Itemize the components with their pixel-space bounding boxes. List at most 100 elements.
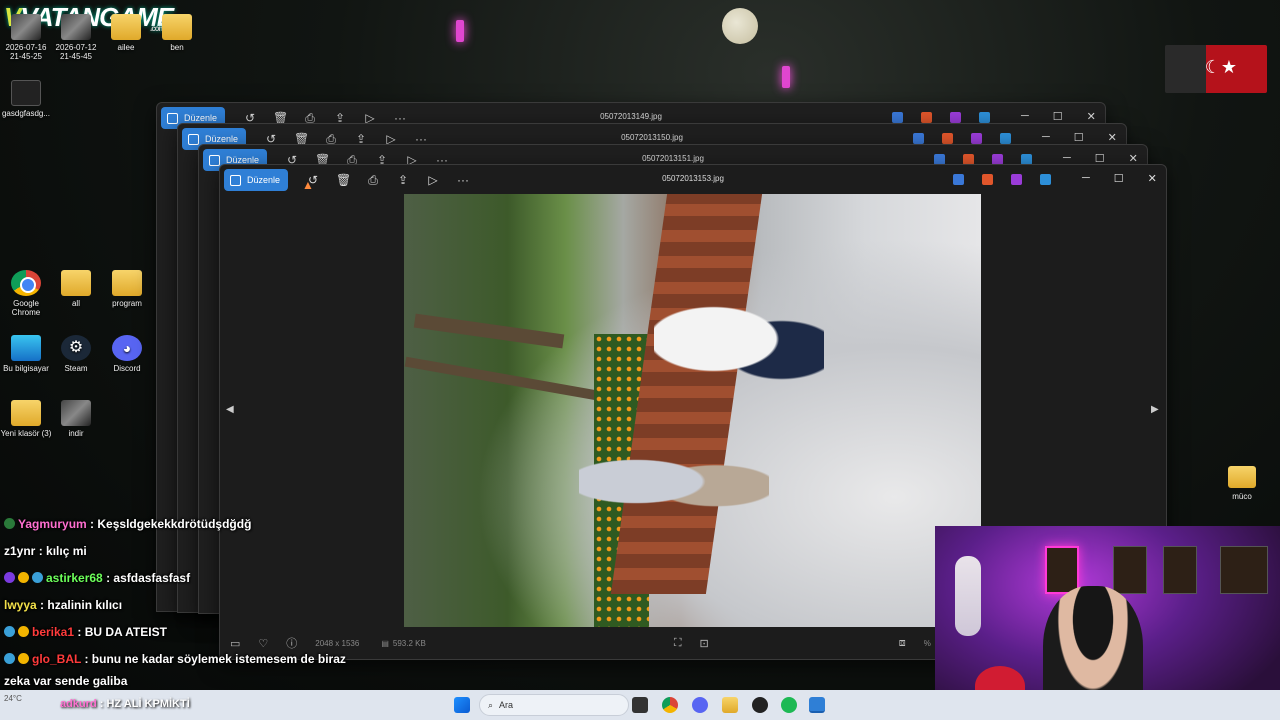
app-icons [953,174,1051,185]
file-icon [11,80,41,106]
chat-message: Yagmuryum : Keşsldgekekkdrötüdşdğdğ [4,517,251,531]
image-thumbnail-icon [11,14,41,40]
folder-icon [11,400,41,426]
app-icon[interactable] [942,133,953,144]
image-thumbnail-icon [61,400,91,426]
previous-image-icon[interactable]: ◀ [226,404,234,415]
folder-icon [162,14,192,40]
desktop-icon-discord[interactable]: ◕ Discord [101,335,153,373]
close-icon[interactable]: ✕ [1148,172,1157,185]
badge-icon [18,572,29,583]
image-thumbnail-icon [61,14,91,40]
minimize-icon[interactable]: ─ [1021,110,1029,123]
file-size-icon: ▤ [381,638,389,648]
app-icon[interactable] [892,112,903,123]
desktop-icon-program[interactable]: program [101,270,153,308]
info-icon[interactable]: ⓘ [286,635,297,651]
maximize-icon[interactable]: ☐ [1074,131,1084,144]
more-icon[interactable]: ··· [456,173,470,188]
discord-icon: ◕ [112,335,142,361]
pen-icon [209,154,220,166]
close-icon[interactable]: ✕ [1087,110,1096,123]
spotify-icon[interactable] [781,697,797,713]
search-box[interactable]: ⌕ Ara [479,694,629,716]
edit-button[interactable]: Düzenle [224,169,289,191]
discord-taskbar-icon[interactable] [692,697,708,713]
image-dimensions: 2048 x 1536 [315,638,360,648]
desktop-icon-screenshot-2[interactable]: 2026-07-12 21-45-45 [50,14,102,61]
app-icon[interactable] [921,112,932,123]
folder-icon [61,270,91,296]
app-icon[interactable] [1000,133,1011,144]
desktop-icon-indir[interactable]: indir [50,400,102,438]
desktop-icon-chrome[interactable]: Google Chrome [0,270,52,317]
ticker-overlay: adkurd : HZ ALİ KPMİKTİ [60,698,190,710]
slideshow-icon[interactable]: ▷ [426,173,440,188]
obs-icon[interactable] [752,697,768,713]
microphone-image [955,556,981,636]
delete-icon[interactable]: 🗑 [336,173,351,188]
lantern-decoration [782,66,790,88]
desktop-icon-all[interactable]: all [50,270,102,308]
toolbar: ↺ 🗑 ⎙ ⇪ ▷ ··· [306,173,470,188]
desktop-icon-new-folder[interactable]: Yeni klasör (3) [0,400,52,438]
fit-icon[interactable]: ⛶ [674,637,682,650]
taskbar: 24°C adkurd : HZ ALİ KPMİKTİ ⌕ Ara [0,690,1280,720]
print-icon[interactable]: ⎙ [366,173,380,188]
desktop-icon-screenshot-1[interactable]: 2026-07-16 21-45-25 [0,14,52,61]
chat-message: lwyya : hzalinin kılıcı [4,598,123,612]
pen-icon [230,174,241,186]
maximize-icon[interactable]: ☐ [1053,110,1063,123]
badge-icon [32,572,43,583]
chat-message: z1ynr : kılıç mi [4,544,87,558]
next-image-icon[interactable]: ▶ [1151,404,1159,415]
weather-widget[interactable]: 24°C [4,694,22,703]
badge-icon [18,653,29,664]
minimize-icon[interactable]: ─ [1082,172,1090,185]
flag-image: ☾★ [1165,45,1267,93]
desktop-icon-muco[interactable]: müco [1222,466,1262,501]
app-icon[interactable] [971,133,982,144]
status-bar: ▭ ♡ ⓘ 2048 x 1536 ▤ 593.2 KB ⛶ ⊡ ⧈ % [220,632,936,654]
minimize-icon[interactable]: ─ [1042,131,1050,144]
app-icon[interactable] [950,112,961,123]
app-icon[interactable] [982,174,993,185]
window-controls: ─ ☐ ✕ [1042,131,1117,144]
task-view-icon[interactable] [632,697,648,713]
desktop-icon-this-pc[interactable]: Bu bilgisayar [0,335,52,373]
app-icon[interactable] [953,174,964,185]
search-icon: ⌕ [488,699,494,710]
display-icon[interactable]: ⧈ [899,637,906,650]
desktop-icon-ailee[interactable]: ailee [100,14,152,52]
maximize-icon[interactable]: ☐ [1114,172,1124,185]
badge-icon [4,572,15,583]
share-icon[interactable]: ⇪ [396,173,410,188]
favorite-icon[interactable]: ♡ [258,637,268,650]
badge-icon [4,653,15,664]
filmstrip-icon[interactable]: ▭ [230,637,240,650]
mouse-cursor-icon: ▲ [302,178,314,192]
app-icon[interactable] [979,112,990,123]
badge-icon [18,626,29,637]
lantern-decoration [456,20,464,42]
close-icon[interactable]: ✕ [1108,131,1117,144]
folder-icon [111,14,141,40]
chat-message: berika1 : BU DA ATEIST [4,625,167,639]
badge-icon [4,626,15,637]
desktop-icon-file[interactable]: gasdgfasdg... [0,80,52,118]
actual-size-icon[interactable]: ⊡ [700,637,709,650]
chrome-taskbar-icon[interactable] [662,697,678,713]
steam-icon: ⚙ [61,335,91,361]
badge-icon [4,518,15,529]
chat-message-continuation: zeka var sende galiba [4,674,128,688]
desktop-icon-ben[interactable]: ben [151,14,203,52]
app-icon[interactable] [913,133,924,144]
app-icon[interactable] [1011,174,1022,185]
photos-app-icon[interactable] [809,697,825,713]
app-icon[interactable] [1040,174,1051,185]
file-explorer-icon[interactable] [722,697,738,713]
pen-icon [167,112,178,124]
zoom-level: % [923,638,931,648]
start-icon[interactable] [454,697,470,713]
desktop-icon-steam[interactable]: ⚙ Steam [50,335,102,373]
